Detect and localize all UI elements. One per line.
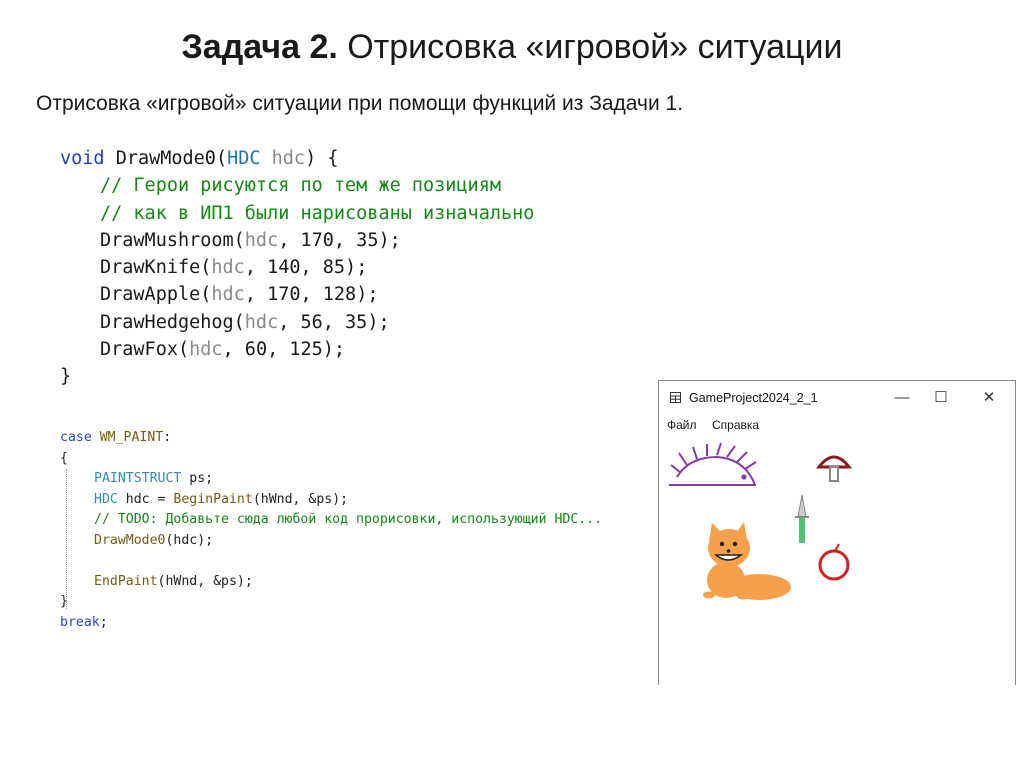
code-line: PAINTSTRUCT ps; <box>60 469 602 490</box>
game-canvas <box>669 442 853 600</box>
code-type: HDC <box>94 491 118 507</box>
code-var: hdc = <box>117 491 174 507</box>
slide-title-rest: Отрисовка «игровой» ситуации <box>337 28 843 66</box>
code-type: PAINTSTRUCT <box>94 471 182 486</box>
code-function: DrawApple( <box>100 284 212 306</box>
code-block-drawmode: void DrawMode0(HDC hdc) {// Герои рисуют… <box>60 145 534 391</box>
window-menubar: Файл Справка <box>659 415 1015 437</box>
code-function: DrawMushroom( <box>100 229 245 251</box>
code-line: DrawApple(hdc, 170, 128); <box>60 281 534 308</box>
code-keyword: void <box>60 148 105 169</box>
code-function: DrawMode0( <box>104 148 228 169</box>
app-window: GameProject2024_2_1 — ☐ ✕ Файл Справка <box>658 380 1016 685</box>
code-line: EndPaint(hWnd, &ps); <box>60 572 602 593</box>
code-line: DrawMushroom(hdc, 170, 35); <box>60 227 534 254</box>
code-args: , 170, 128); <box>244 284 379 306</box>
close-icon[interactable]: ✕ <box>972 385 1006 411</box>
code-line: DrawMode0(hdc); <box>60 531 602 552</box>
code-args: ps; <box>181 471 214 486</box>
code-args: , 60, 125); <box>222 339 346 361</box>
code-function: BeginPaint <box>173 491 253 507</box>
menu-file[interactable]: Файл <box>667 418 697 432</box>
code-punct: } <box>60 366 72 388</box>
code-function: DrawKnife( <box>100 257 212 279</box>
code-args: , 140, 85); <box>244 257 368 279</box>
code-line: HDC hdc = BeginPaint(hWnd, &ps); <box>60 490 602 511</box>
code-keyword: case <box>60 430 92 445</box>
slide-title: Задача 2. Отрисовка «игровой» ситуации <box>0 28 1024 67</box>
code-args: , 56, 35); <box>278 311 390 333</box>
code-punct: ) { <box>305 148 339 169</box>
code-punct: } <box>60 594 68 609</box>
code-line: DrawKnife(hdc, 140, 85); <box>60 254 534 281</box>
minimize-icon[interactable]: — <box>885 385 919 411</box>
mushroom-sprite <box>815 455 853 482</box>
code-punct: ; <box>99 614 108 630</box>
window-title: GameProject2024_2_1 <box>689 391 818 405</box>
hedgehog-sprite <box>669 442 757 486</box>
code-args: (hWnd, &ps); <box>157 573 253 589</box>
code-type: HDC <box>227 148 261 169</box>
apple-sprite <box>818 543 850 581</box>
code-line: void DrawMode0(HDC hdc) { <box>60 145 534 172</box>
code-comment: // как в ИП1 были нарисованы изначально <box>100 202 535 224</box>
code-param: hdc <box>244 229 279 251</box>
fox-sprite <box>703 522 791 600</box>
code-comment: // TODO: Добавьте сюда любой код прорисо… <box>94 512 603 527</box>
code-line: DrawHedgehog(hdc, 56, 35); <box>60 309 534 336</box>
maximize-icon[interactable]: ☐ <box>924 385 958 411</box>
code-param: hdc <box>211 257 245 279</box>
code-constant: WM_PAINT <box>91 430 164 445</box>
code-param: hdc <box>189 339 223 361</box>
code-comment: // Герои рисуются по тем же позициям <box>100 175 501 197</box>
code-line: { <box>60 449 602 609</box>
code-punct: : <box>163 430 172 445</box>
code-param: hdc <box>260 148 306 169</box>
code-line: case WM_PAINT: <box>60 428 602 449</box>
code-line: DrawFox(hdc, 60, 125); <box>60 336 534 363</box>
window-app-icon <box>670 392 681 403</box>
code-punct: { <box>60 450 68 466</box>
code-block-wm-paint: case WM_PAINT:{PAINTSTRUCT ps; HDC hdc = … <box>60 428 602 633</box>
code-line: break; <box>60 613 602 634</box>
code-param: hdc <box>211 284 245 306</box>
menu-help[interactable]: Справка <box>712 418 759 432</box>
code-args: , 170, 35); <box>278 229 401 251</box>
code-param: hdc <box>244 311 279 333</box>
slide-title-bold: Задача 2. <box>181 28 338 66</box>
code-function: DrawMode0 <box>94 532 166 548</box>
code-function: DrawFox( <box>100 339 190 361</box>
window-titlebar[interactable]: GameProject2024_2_1 — ☐ ✕ <box>659 381 1015 415</box>
code-function: EndPaint <box>94 573 158 589</box>
code-args: (hdc); <box>165 532 214 548</box>
code-keyword: break <box>60 614 100 630</box>
slide-subtitle: Отрисовка «игровой» ситуации при помощи … <box>36 92 684 115</box>
code-args: (hWnd, &ps); <box>252 491 349 507</box>
code-function: DrawHedgehog( <box>100 311 245 333</box>
knife-sprite <box>795 494 809 543</box>
